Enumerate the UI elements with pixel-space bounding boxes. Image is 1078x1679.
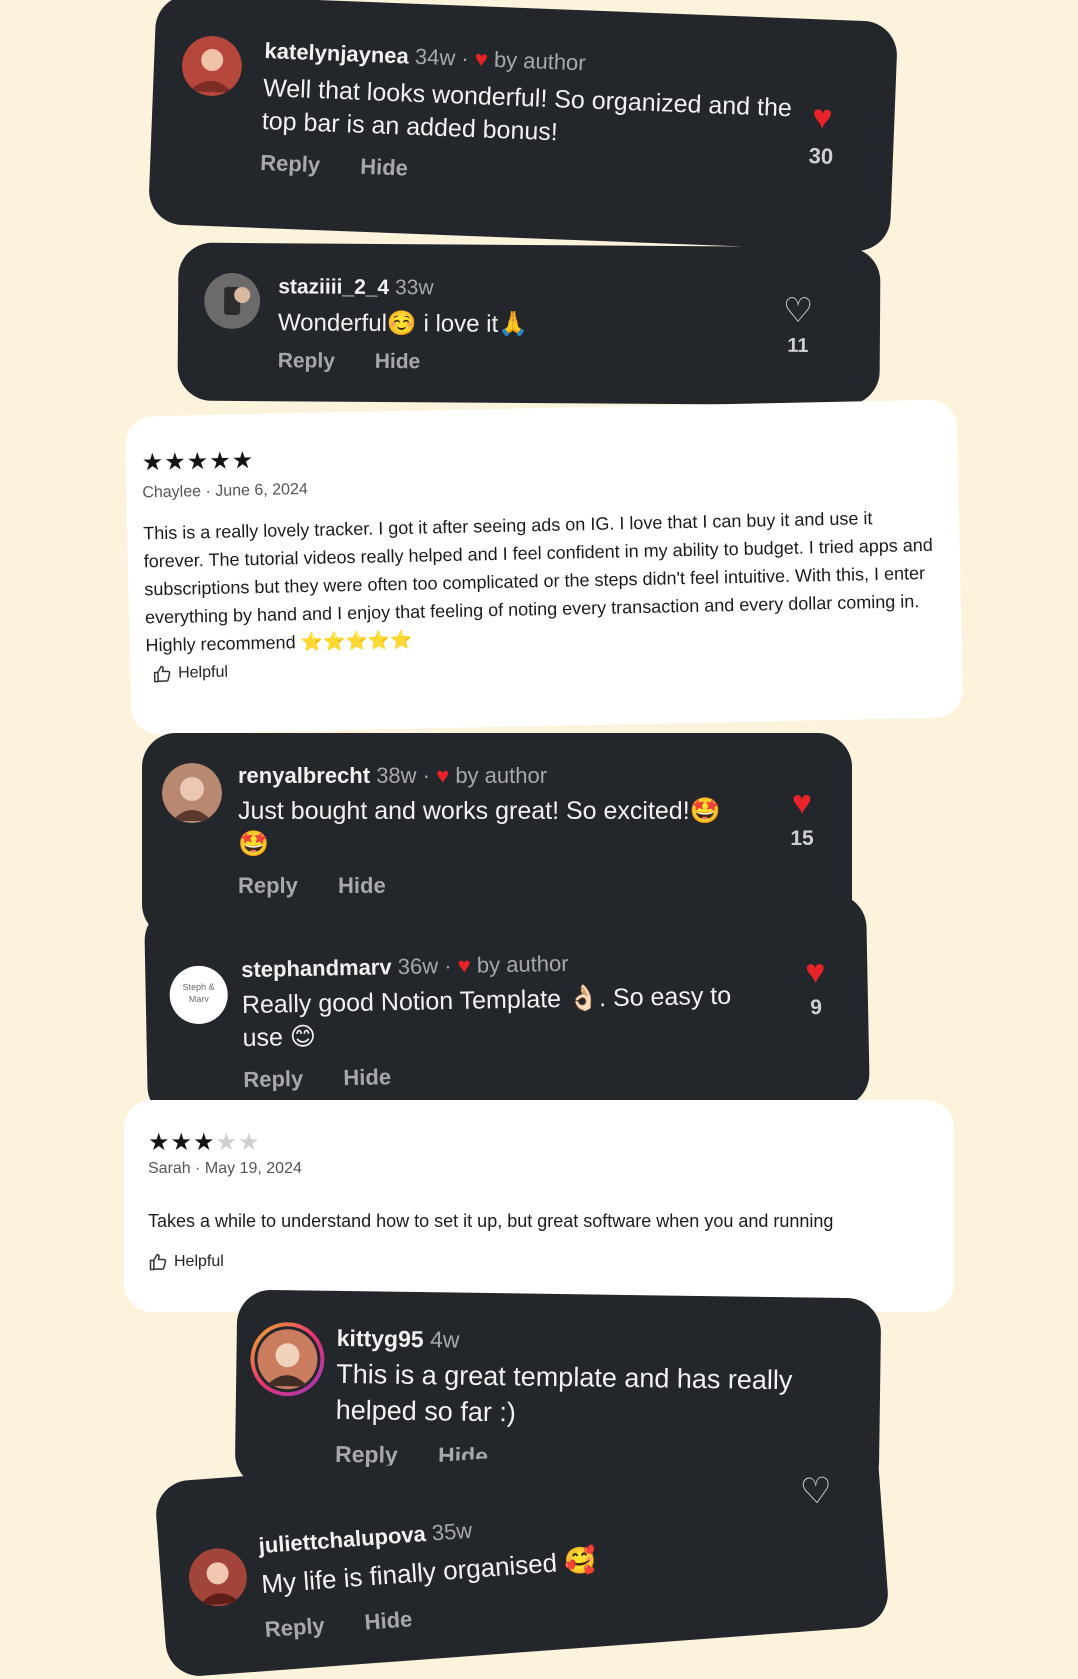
author-heart-icon: ♥: [436, 763, 450, 788]
comment-age: 33w: [394, 276, 434, 300]
comment-actions: Reply Hide: [243, 1064, 425, 1093]
reply-button[interactable]: Reply: [243, 1066, 303, 1092]
author-heart-icon: ♥: [474, 46, 489, 72]
reply-button[interactable]: Reply: [278, 349, 335, 372]
star-empty-icon: ★★: [215, 1129, 261, 1156]
like-column: ♥ 15: [772, 785, 832, 851]
comment-header: kittyg95 4w: [337, 1325, 460, 1354]
avatar[interactable]: [204, 272, 261, 329]
star-filled-icon: ★★★★★: [141, 447, 255, 477]
hide-button[interactable]: Hide: [364, 1606, 413, 1634]
like-count: 11: [787, 334, 809, 357]
reply-button[interactable]: Reply: [335, 1441, 398, 1468]
by-author-label: by author: [455, 763, 548, 788]
comment-header: katelynjaynea 34w · ♥ by author: [264, 38, 586, 76]
avatar-text: Steph & Marv: [182, 981, 215, 1004]
separator-dot: ·: [443, 953, 452, 979]
review-card-sarah: ★★★★★ Sarah · May 19, 2024 Takes a while…: [124, 1100, 954, 1312]
comment-text: Wonderful☺️ i love it🙏: [277, 309, 529, 338]
comment-age: 4w: [429, 1326, 460, 1353]
comment-actions: Reply Hide: [238, 873, 420, 899]
heart-outline-icon[interactable]: ♡: [785, 1469, 848, 1512]
reply-button[interactable]: Reply: [238, 873, 298, 898]
review-text: This is a really lovely tracker. I got i…: [142, 508, 933, 655]
hide-button[interactable]: Hide: [375, 350, 421, 373]
username[interactable]: juliettchalupova: [258, 1521, 427, 1558]
comment-text: This is a great template and has really …: [335, 1358, 793, 1428]
hide-button[interactable]: Hide: [343, 1064, 391, 1090]
comment-age: 34w: [414, 43, 456, 71]
review-author-date: Chaylee · June 6, 2024: [142, 480, 308, 502]
like-count: 15: [790, 827, 814, 850]
like-column: ♡ 11: [768, 292, 828, 358]
username[interactable]: renyalbrecht: [238, 763, 370, 788]
comment-text: Well that looks wonderful! So organized …: [261, 74, 793, 147]
avatar[interactable]: [162, 763, 222, 823]
review-text: Takes a while to understand how to set i…: [148, 1211, 834, 1231]
comment-age: 36w: [397, 953, 439, 980]
separator-dot: ·: [422, 763, 430, 788]
heart-filled-icon[interactable]: ♥: [792, 98, 853, 137]
reply-button[interactable]: Reply: [260, 150, 321, 177]
avatar[interactable]: Steph & Marv: [169, 965, 229, 1025]
comment-actions: Reply Hide: [278, 349, 455, 374]
review-card-chaylee: ★★★★★ Chaylee · June 6, 2024 This is a r…: [124, 399, 964, 735]
hide-button[interactable]: Hide: [338, 873, 386, 898]
comment-age: 38w: [376, 763, 417, 788]
helpful-label: Helpful: [174, 1253, 224, 1270]
comment-actions: Reply Hide: [260, 150, 443, 183]
rating-stars: ★★★★★: [148, 1128, 261, 1157]
like-column: ♥ 30: [790, 98, 853, 170]
rating-stars: ★★★★★: [141, 446, 254, 477]
by-author-label: by author: [493, 46, 587, 76]
by-author-label: by author: [476, 950, 569, 978]
hide-button[interactable]: Hide: [360, 154, 409, 181]
avatar[interactable]: [181, 35, 243, 97]
reply-button[interactable]: Reply: [264, 1613, 326, 1642]
heart-filled-icon[interactable]: ♥: [785, 953, 846, 991]
username[interactable]: staziiii_2_4: [278, 275, 389, 299]
comment-text: Really good Notion Template 👌🏻. So easy …: [241, 981, 732, 1053]
heart-filled-icon[interactable]: ♥: [772, 785, 832, 821]
username[interactable]: kittyg95: [337, 1325, 424, 1352]
review-author-date: Sarah · May 19, 2024: [148, 1160, 302, 1177]
avatar[interactable]: [250, 1322, 325, 1397]
comment-card-stephandmarv: Steph & Marv stephandmarv 36w · ♥ by aut…: [144, 893, 870, 1121]
comment-card-katelynjaynea: katelynjaynea 34w · ♥ by author Well tha…: [147, 0, 899, 253]
helpful-button[interactable]: Helpful: [148, 1252, 224, 1272]
like-count: 9: [810, 995, 823, 1020]
author-heart-icon[interactable]: ♥: [457, 953, 471, 978]
thumbs-up-icon: [149, 1253, 167, 1271]
avatar[interactable]: [187, 1546, 249, 1608]
comment-header: stephandmarv 36w · ♥ by author: [241, 951, 569, 983]
like-count: 30: [808, 143, 834, 169]
separator-dot: ·: [460, 45, 470, 71]
comment-header: staziiii_2_4 33w: [278, 275, 433, 300]
comment-text: Just bought and works great! So excited!…: [238, 797, 721, 858]
like-column: ♥ 9: [785, 953, 846, 1021]
username[interactable]: katelynjaynea: [264, 38, 409, 69]
thumbs-up-icon: [153, 665, 171, 683]
helpful-button[interactable]: Helpful: [152, 663, 228, 685]
username[interactable]: stephandmarv: [241, 954, 392, 982]
comment-header: renyalbrecht 38w · ♥ by author: [238, 763, 547, 789]
helpful-label: Helpful: [177, 663, 229, 682]
comment-age: 35w: [430, 1517, 473, 1546]
star-filled-icon: ★★★: [148, 1129, 216, 1156]
like-column: ♡: [785, 1469, 848, 1512]
comment-card-staziiii: staziiii_2_4 33w Wonderful☺️ i love it🙏 …: [177, 242, 881, 406]
comment-actions: Reply Hide: [264, 1604, 447, 1643]
heart-outline-icon[interactable]: ♡: [768, 292, 828, 330]
